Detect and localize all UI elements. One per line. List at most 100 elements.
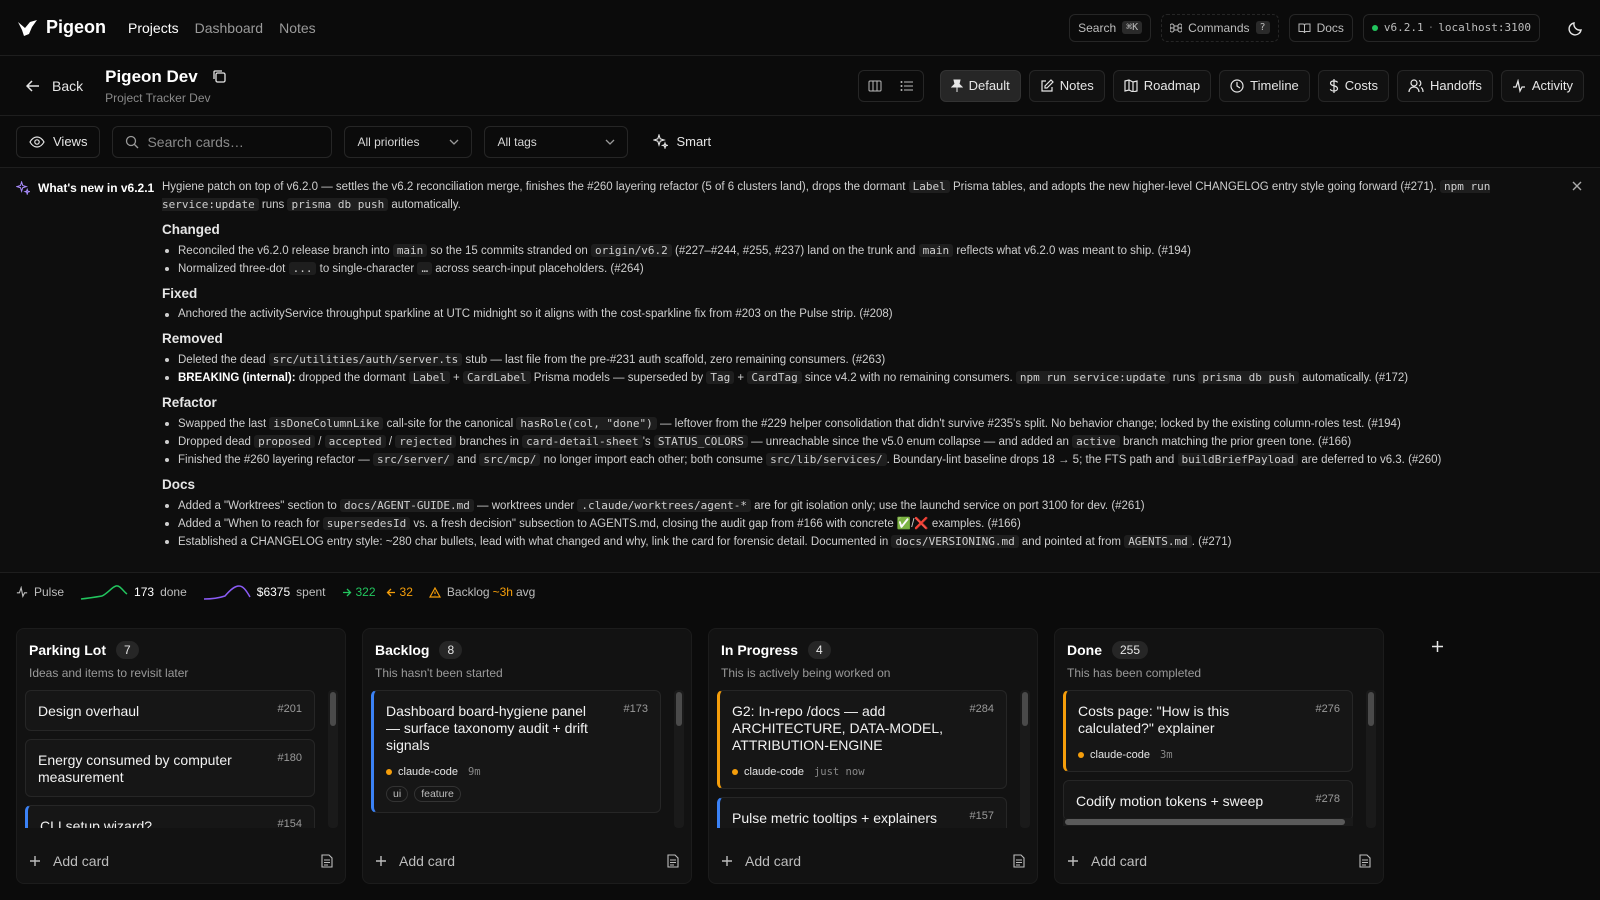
backlog-avg-label: avg	[515, 585, 536, 599]
inline-code: proposed	[254, 435, 316, 448]
card-meta: claude-code 9m	[386, 766, 648, 778]
clock-icon	[1230, 78, 1244, 93]
view-activity-button[interactable]: Activity	[1500, 69, 1584, 102]
throughput-out[interactable]: 32	[386, 585, 413, 599]
backlog-metric[interactable]: Backlog ~3h avg	[428, 585, 536, 599]
card[interactable]: CLI setup wizard? #154	[25, 805, 315, 828]
close-icon[interactable]	[1572, 181, 1582, 191]
text-run: stub — last file from the pre-#231 auth …	[462, 354, 886, 366]
copy-icon[interactable]	[212, 69, 227, 84]
text-run: Reconciled the v6.2.0 release branch int…	[178, 245, 393, 257]
view-roadmap-button[interactable]: Roadmap	[1112, 69, 1212, 102]
text-run: (#227–#244, #255, #237) land on the trun…	[671, 245, 919, 257]
scrollbar-thumb[interactable]	[1065, 819, 1345, 825]
vertical-scrollbar[interactable]	[1020, 690, 1030, 828]
column-count-badge: 4	[808, 641, 831, 659]
card[interactable]: Pulse metric tooltips + explainers #157	[717, 797, 1007, 828]
tags-select[interactable]: All tags	[484, 125, 629, 158]
horizontal-scrollbar[interactable]	[1063, 818, 1353, 826]
inline-code: active	[1072, 435, 1120, 448]
card[interactable]: Dashboard board-hygiene panel — surface …	[371, 690, 661, 813]
list-layout-icon[interactable]	[891, 71, 923, 101]
tag-pill[interactable]: feature	[414, 786, 461, 802]
dollar-icon	[1329, 78, 1339, 93]
inline-code: src/mcp/	[479, 453, 541, 466]
add-card-button[interactable]: Add card	[375, 853, 679, 869]
done-metric[interactable]: 173 done	[80, 583, 187, 601]
commands-shortcut: ?	[1255, 21, 1270, 34]
card[interactable]: Energy consumed by computer measurement #…	[25, 739, 315, 797]
column-description: This is actively being worked on	[721, 666, 891, 680]
spent-metric[interactable]: $6375 spent	[203, 583, 326, 601]
vertical-scrollbar[interactable]	[328, 690, 338, 828]
brand[interactable]: Pigeon	[16, 17, 106, 38]
chevron-down-icon	[449, 139, 459, 145]
commands-button[interactable]: Commands ?	[1161, 13, 1279, 42]
text-run: Dropped dead	[178, 436, 255, 448]
text-run: branches in	[456, 436, 523, 448]
note-template-icon[interactable]	[1013, 854, 1025, 868]
view-handoffs-button[interactable]: Handoffs	[1397, 69, 1493, 102]
inline-code: CardLabel	[462, 371, 531, 384]
throughput-in[interactable]: 322	[342, 585, 376, 599]
card-list: Design overhaul #201 Energy consumed by co…	[25, 690, 315, 828]
view-notes-button[interactable]: Notes	[1028, 69, 1105, 102]
card-number: #276	[1315, 703, 1340, 715]
views-button[interactable]: Views	[16, 125, 101, 158]
inline-code: docs/VERSIONING.md	[891, 535, 1019, 548]
search-input[interactable]: Search cards…	[112, 125, 333, 158]
nav-link-dashboard[interactable]: Dashboard	[195, 20, 264, 36]
board-column: In Progress 4 This is actively being worke…	[708, 628, 1038, 884]
smart-button[interactable]: Smart	[640, 126, 724, 158]
changelog-item: BREAKING (internal): dropped the dormant…	[162, 369, 1550, 387]
changelog-list: Swapped the last isDoneColumnLike call-s…	[162, 415, 1550, 469]
scrollbar-thumb[interactable]	[1368, 692, 1374, 726]
view-handoffs-label: Handoffs	[1430, 78, 1482, 93]
card[interactable]: Costs page: "How is this calculated?" ex…	[1063, 690, 1353, 772]
columns-layout-icon[interactable]	[859, 71, 891, 101]
nav-links: Projects Dashboard Notes	[128, 20, 316, 36]
search-button[interactable]: Search ⌘K	[1069, 13, 1152, 42]
note-template-icon[interactable]	[1359, 854, 1371, 868]
inline-code: card-detail-sheet	[522, 435, 643, 448]
theme-toggle-moon-icon[interactable]	[1568, 20, 1584, 36]
card-agent: claude-code	[744, 766, 804, 778]
text-run: . (#271)	[1191, 536, 1232, 548]
card-number: #201	[277, 703, 302, 715]
note-template-icon[interactable]	[321, 854, 333, 868]
priority-select[interactable]: All priorities	[344, 125, 473, 158]
text-run: and	[453, 454, 480, 466]
book-icon	[1298, 22, 1311, 34]
status-dot-icon	[1371, 24, 1378, 31]
card[interactable]: G2: In-repo /docs — add ARCHITECTURE, DA…	[717, 690, 1007, 789]
map-icon	[1124, 79, 1138, 92]
view-notes-label: Notes	[1059, 78, 1094, 93]
view-timeline-button[interactable]: Timeline	[1219, 69, 1310, 102]
smart-label: Smart	[676, 134, 712, 149]
add-card-button[interactable]: Add card	[1067, 853, 1371, 869]
vertical-scrollbar[interactable]	[674, 690, 684, 828]
vertical-scrollbar[interactable]	[1366, 690, 1376, 828]
card[interactable]: Design overhaul #201	[25, 690, 315, 731]
note-template-icon[interactable]	[667, 854, 679, 868]
scrollbar-thumb[interactable]	[330, 692, 336, 726]
tag-pill[interactable]: ui	[386, 786, 409, 802]
pin-icon	[950, 79, 963, 93]
back-button[interactable]: Back	[26, 78, 83, 94]
nav-link-notes[interactable]: Notes	[279, 20, 316, 36]
changelog-list: Added a "Worktrees" section to docs/AGEN…	[162, 497, 1550, 551]
view-costs-button[interactable]: Costs	[1317, 69, 1390, 102]
scrollbar-thumb[interactable]	[676, 692, 682, 726]
card-title: CLI setup wizard?	[40, 818, 153, 828]
view-default-button[interactable]: Default	[939, 69, 1021, 102]
card[interactable]: Codify motion tokens + sweep #278	[1063, 780, 1353, 821]
add-column-plus-icon[interactable]	[1431, 640, 1444, 653]
docs-button[interactable]: Docs	[1288, 13, 1353, 42]
nav-link-projects[interactable]: Projects	[128, 20, 179, 36]
add-card-button[interactable]: Add card	[721, 853, 1025, 869]
changelog-item: Dropped dead proposed / accepted / rejec…	[162, 433, 1550, 451]
inline-code: main	[392, 244, 428, 257]
scrollbar-thumb[interactable]	[1022, 692, 1028, 726]
add-card-button[interactable]: Add card	[29, 853, 333, 869]
eye-icon	[29, 135, 45, 148]
